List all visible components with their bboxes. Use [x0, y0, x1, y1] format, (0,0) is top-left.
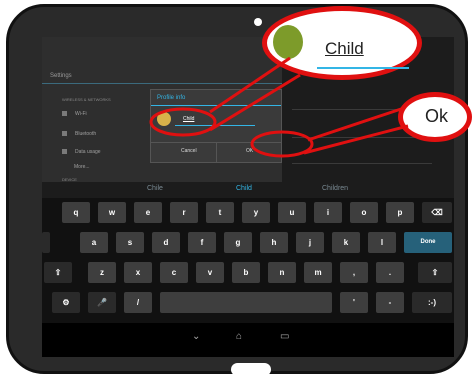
key-dash[interactable]: -: [376, 292, 404, 313]
key-k[interactable]: k: [332, 232, 360, 253]
bluetooth-icon: [62, 131, 67, 137]
space-key[interactable]: [160, 292, 332, 313]
name-field[interactable]: Child: [175, 116, 255, 126]
key-e[interactable]: e: [134, 202, 162, 223]
avatar: [273, 25, 303, 59]
callout-child-text: Child: [325, 39, 364, 58]
key-comma[interactable]: ,: [340, 262, 368, 283]
suggestion-item[interactable]: Children: [322, 185, 348, 192]
camera-dot: [254, 18, 262, 26]
key-i[interactable]: i: [314, 202, 342, 223]
settings-item-more[interactable]: More...: [74, 164, 90, 170]
key-y[interactable]: y: [242, 202, 270, 223]
dialog-divider: [151, 105, 281, 106]
key-c[interactable]: c: [160, 262, 188, 283]
wifi-icon: [62, 111, 67, 117]
done-key[interactable]: Done: [404, 232, 452, 253]
key-q[interactable]: q: [62, 202, 90, 223]
suggestion-item[interactable]: Chile: [147, 185, 163, 192]
shift-left-key[interactable]: ⇧: [44, 262, 72, 283]
key-partial[interactable]: [42, 232, 50, 253]
suggestion-bar: Chile Child Children: [42, 182, 454, 198]
key-j[interactable]: j: [296, 232, 324, 253]
key-x[interactable]: x: [124, 262, 152, 283]
key-slash[interactable]: /: [124, 292, 152, 313]
key-h[interactable]: h: [260, 232, 288, 253]
suggestion-item[interactable]: Child: [236, 185, 252, 192]
keyboard: q w e r t y u i o p ⌫ a s d f g h j k l …: [42, 198, 454, 323]
button-divider: [216, 143, 217, 163]
key-r[interactable]: r: [170, 202, 198, 223]
callout-ok: Ok: [398, 92, 472, 142]
home-icon[interactable]: ⌂: [236, 331, 242, 342]
back-icon[interactable]: ⌄: [192, 331, 200, 342]
settings-item-bluetooth[interactable]: Bluetooth: [62, 131, 96, 137]
avatar[interactable]: [157, 112, 171, 126]
key-v[interactable]: v: [196, 262, 224, 283]
settings-divider: [42, 83, 282, 84]
shift-right-key[interactable]: ⇧: [418, 262, 452, 283]
cancel-button[interactable]: Cancel: [181, 148, 197, 154]
callout-child: Child: [262, 6, 422, 80]
key-o[interactable]: o: [350, 202, 378, 223]
settings-item-data-usage[interactable]: Data usage: [62, 149, 101, 155]
key-n[interactable]: n: [268, 262, 296, 283]
callout-underline: [317, 67, 409, 69]
key-p[interactable]: p: [386, 202, 414, 223]
pane-divider: [292, 163, 432, 164]
mic-icon[interactable]: 🎤: [88, 292, 116, 313]
key-s[interactable]: s: [116, 232, 144, 253]
emoticon-key[interactable]: :-): [412, 292, 452, 313]
settings-title: Settings: [50, 73, 72, 79]
key-apostrophe[interactable]: ': [340, 292, 368, 313]
recents-icon[interactable]: ▭: [280, 331, 289, 342]
key-g[interactable]: g: [224, 232, 252, 253]
dialog-button-row: Cancel OK: [151, 142, 281, 163]
key-z[interactable]: z: [88, 262, 116, 283]
key-f[interactable]: f: [188, 232, 216, 253]
callout-ok-text: Ok: [425, 106, 449, 126]
key-a[interactable]: a: [80, 232, 108, 253]
key-t[interactable]: t: [206, 202, 234, 223]
key-period[interactable]: .: [376, 262, 404, 283]
backspace-key[interactable]: ⌫: [422, 202, 452, 223]
profile-info-dialog: Profile info Child Cancel OK: [150, 89, 282, 163]
key-w[interactable]: w: [98, 202, 126, 223]
home-button[interactable]: [231, 363, 271, 376]
key-l[interactable]: l: [368, 232, 396, 253]
key-d[interactable]: d: [152, 232, 180, 253]
dialog-title: Profile info: [157, 95, 186, 101]
key-b[interactable]: b: [232, 262, 260, 283]
section-wireless: WIRELESS & NETWORKS: [62, 97, 111, 102]
settings-key[interactable]: ⚙: [52, 292, 80, 313]
key-u[interactable]: u: [278, 202, 306, 223]
screen: Settings WIRELESS & NETWORKS Wi-Fi Bluet…: [42, 37, 454, 357]
settings-item-wifi[interactable]: Wi-Fi: [62, 111, 87, 117]
key-m[interactable]: m: [304, 262, 332, 283]
ok-button[interactable]: OK: [246, 148, 253, 154]
pane-divider: [292, 137, 432, 138]
name-value: Child: [183, 116, 195, 122]
navigation-bar: ⌄ ⌂ ▭: [42, 323, 454, 357]
data-usage-icon: [62, 149, 67, 155]
